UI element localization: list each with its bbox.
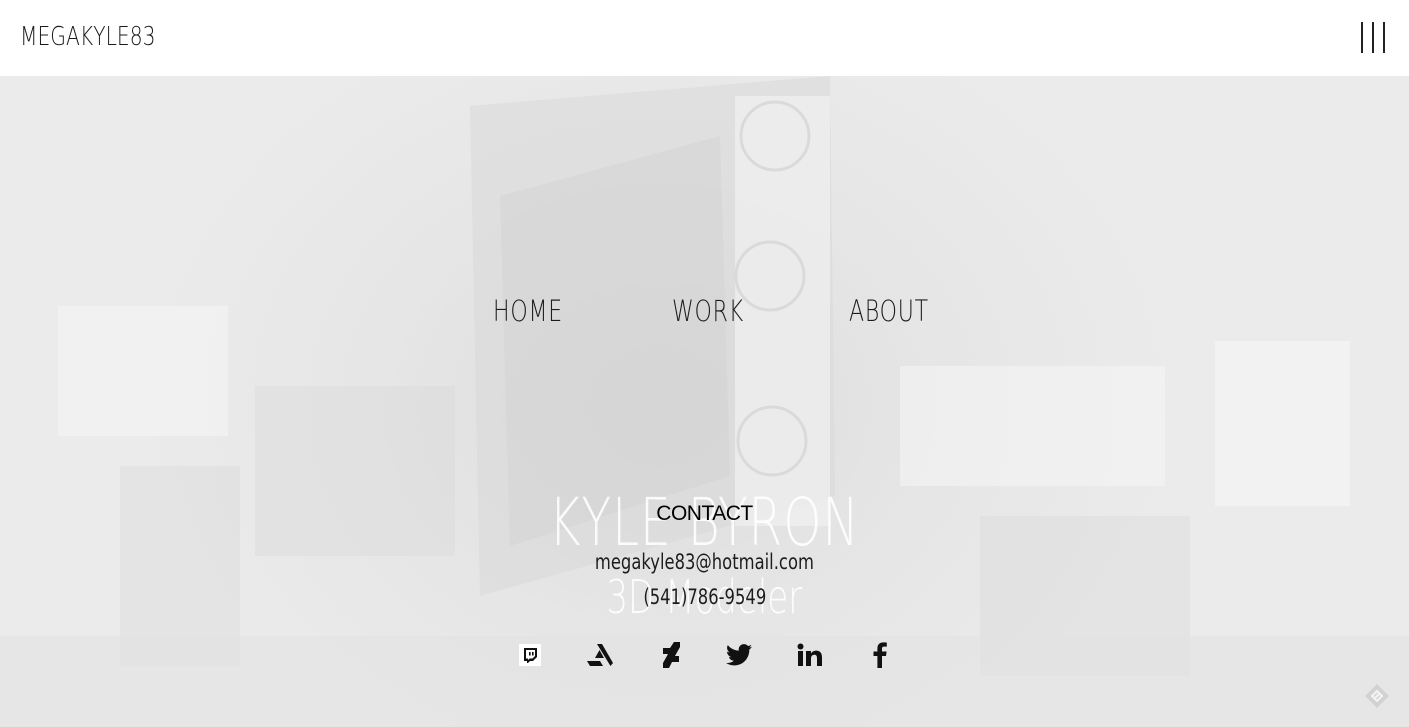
menu-toggle-button[interactable] [1356,22,1390,54]
contact-heading: CONTACT [656,502,753,525]
contact-phone-link[interactable]: (541)786-9549 [643,585,766,609]
linkedin-link[interactable] [795,640,825,670]
nav-link-about[interactable]: ABOUT [849,294,929,328]
twitter-icon [726,644,752,666]
linkedin-icon [797,643,822,666]
contact-phone-row: (541)786-9549 [0,585,1409,609]
artstation-link[interactable] [585,640,615,670]
main-nav: HOME WORK ABOUT [0,294,1409,334]
site-logo[interactable]: MEGAKYLE83 [20,22,156,52]
tag-icon [1365,684,1389,708]
facebook-icon [873,642,887,668]
nav-link-home[interactable]: HOME [493,294,563,328]
contact-email-link[interactable]: megakyle83@hotmail.com [595,550,814,574]
twitch-icon [519,644,541,666]
deviantart-link[interactable] [655,640,685,670]
facebook-link[interactable] [865,640,895,670]
site-badge-icon[interactable] [1364,683,1390,709]
twitter-link[interactable] [724,640,754,670]
hero-background-image [0,76,1409,727]
background-scene-graphic [0,76,1409,727]
deviantart-icon [663,642,680,668]
nav-link-work[interactable]: WORK [672,294,744,328]
site-header: MEGAKYLE83 [0,0,1409,76]
artstation-icon [587,644,613,666]
social-links [0,640,1409,670]
contact-email-row: megakyle83@hotmail.com [0,550,1409,574]
twitch-link[interactable] [515,640,545,670]
